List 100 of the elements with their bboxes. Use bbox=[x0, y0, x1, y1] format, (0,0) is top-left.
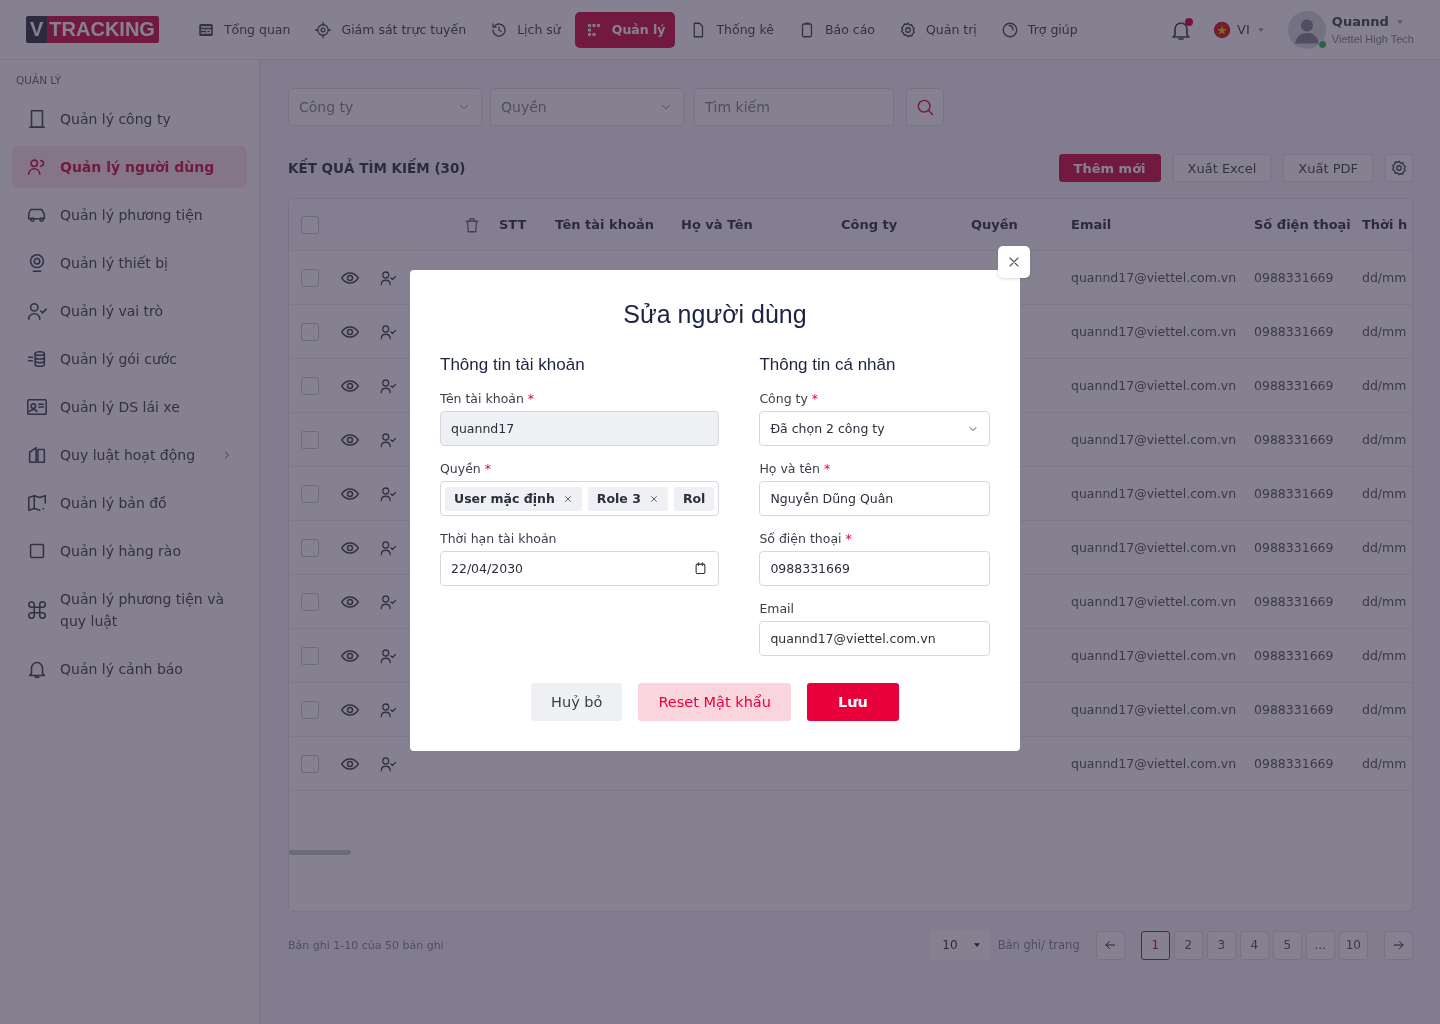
table-cell-text: 0988331669 bbox=[1254, 594, 1335, 609]
page-button[interactable]: 2 bbox=[1173, 930, 1203, 960]
action-button[interactable]: Xuất Excel bbox=[1172, 154, 1272, 182]
dialog-button[interactable]: Reset Mật khẩu bbox=[638, 683, 791, 721]
sidebar-item[interactable]: Quản lý DS lái xe bbox=[12, 386, 247, 428]
nav-tab[interactable]: Giám sát trực tuyến bbox=[304, 11, 477, 48]
sidebar-item[interactable]: Quản lý cảnh báo bbox=[12, 648, 247, 690]
sidebar-item[interactable]: Quản lý phương tiện bbox=[12, 194, 247, 236]
date-field[interactable]: 22/04/2030 bbox=[440, 551, 720, 586]
checkbox[interactable] bbox=[301, 376, 319, 395]
field-label: Email bbox=[759, 601, 796, 616]
role-tag[interactable]: Role 3 bbox=[587, 486, 668, 511]
settings-button[interactable] bbox=[1385, 154, 1413, 182]
field-label: Số điện thoại * bbox=[759, 531, 853, 546]
text-field[interactable]: 0988331669 bbox=[759, 551, 990, 586]
close-button[interactable] bbox=[998, 246, 1030, 278]
flag-icon bbox=[1213, 20, 1232, 39]
field-label: Công ty * bbox=[759, 391, 820, 406]
nav-tab[interactable]: Quản trị bbox=[889, 11, 987, 48]
checkbox[interactable] bbox=[301, 268, 319, 287]
role-tag[interactable]: Rol bbox=[673, 486, 715, 511]
page-button[interactable]: 3 bbox=[1206, 930, 1236, 960]
nav-tab[interactable]: Trợ giúp bbox=[990, 11, 1088, 48]
text-field[interactable]: quannd17@viettel.com.vn bbox=[759, 621, 990, 656]
sidebar-item[interactable]: Quản lý hàng rào bbox=[12, 530, 247, 572]
dialog-button[interactable]: Lưu bbox=[806, 683, 899, 721]
table-cell-text: quannd17@viettel.com.vn bbox=[1071, 486, 1238, 501]
history-icon bbox=[490, 20, 509, 39]
nav-tab[interactable]: Tổng quan bbox=[186, 11, 301, 48]
search-button[interactable] bbox=[906, 88, 944, 126]
settings-icon bbox=[899, 20, 917, 39]
avatar[interactable] bbox=[1287, 10, 1326, 49]
close-icon[interactable] bbox=[648, 493, 659, 504]
checkbox[interactable] bbox=[301, 215, 319, 234]
action-button[interactable]: Thêm mới bbox=[1058, 154, 1161, 182]
checkbox[interactable] bbox=[301, 430, 319, 449]
page-button[interactable]: 4 bbox=[1239, 930, 1269, 960]
table-cell-text: dd/mm bbox=[1362, 648, 1408, 663]
language-selector[interactable]: VI bbox=[1213, 20, 1266, 39]
checkbox[interactable] bbox=[301, 484, 319, 503]
table-cell-text: quannd17@viettel.com.vn bbox=[1071, 540, 1238, 555]
dialog-button[interactable]: Huỷ bỏ bbox=[531, 683, 623, 721]
sidebar-item[interactable]: Quản lý vai trò bbox=[12, 290, 247, 332]
sidebar-item[interactable]: Quản lý bản đồ bbox=[12, 482, 247, 524]
nav-tab[interactable]: Quản lý bbox=[574, 11, 676, 48]
table-cell-text: dd/mm bbox=[1362, 324, 1408, 339]
sidebar-item[interactable]: Quản lý gói cước bbox=[12, 338, 247, 380]
sidebar-item[interactable]: Quản lý thiết bị bbox=[12, 242, 247, 284]
checkbox[interactable] bbox=[301, 646, 319, 665]
user-check-icon[interactable] bbox=[379, 700, 397, 719]
trash-icon[interactable] bbox=[463, 215, 481, 234]
shapes-icon bbox=[26, 444, 48, 466]
action-button[interactable]: Xuất PDF bbox=[1283, 154, 1373, 182]
table-cell-text: dd/mm bbox=[1362, 378, 1408, 393]
user-check-icon[interactable] bbox=[379, 754, 397, 773]
column-header: Công ty bbox=[841, 217, 899, 232]
table-cell-text: quannd17@viettel.com.vn bbox=[1071, 270, 1238, 285]
user-check-icon[interactable] bbox=[379, 430, 397, 449]
user-check-icon[interactable] bbox=[379, 538, 397, 557]
table-cell-text: quannd17@viettel.com.vn bbox=[1071, 432, 1238, 447]
user-check-icon[interactable] bbox=[379, 268, 397, 287]
role-tag[interactable]: User mặc định bbox=[445, 486, 582, 511]
next-page-button[interactable] bbox=[1384, 930, 1413, 960]
user-check-icon[interactable] bbox=[379, 592, 397, 611]
section-heading: Thông tin cá nhân bbox=[759, 355, 897, 375]
role-multiselect[interactable]: User mặc định Role 3 Rol bbox=[440, 481, 720, 516]
table-cell-text: dd/mm bbox=[1362, 540, 1408, 555]
table-cell-text: 0988331669 bbox=[1254, 270, 1335, 285]
checkbox[interactable] bbox=[301, 700, 319, 719]
text-field[interactable]: Nguyễn Dũng Quân bbox=[759, 481, 990, 516]
table-cell-text: quannd17@viettel.com.vn bbox=[1071, 702, 1238, 717]
page-button[interactable]: 10 bbox=[1338, 930, 1368, 960]
previous-page-button[interactable] bbox=[1095, 930, 1125, 960]
column-header: Quyền bbox=[971, 217, 1019, 232]
building-icon bbox=[26, 108, 48, 130]
nav-tab[interactable]: Báo cáo bbox=[787, 11, 885, 48]
page-button[interactable]: 1 bbox=[1140, 930, 1170, 960]
table-cell-text: dd/mm bbox=[1362, 756, 1408, 771]
sidebar-item[interactable]: Quản lý công ty bbox=[12, 98, 247, 140]
checkbox[interactable] bbox=[301, 754, 319, 773]
page-button[interactable]: 5 bbox=[1272, 930, 1302, 960]
user-name[interactable]: Quannd bbox=[1331, 14, 1389, 29]
notification-button[interactable] bbox=[1169, 17, 1194, 42]
table-cell-text: 0988331669 bbox=[1254, 540, 1335, 555]
close-icon[interactable] bbox=[562, 493, 573, 504]
user-check-icon[interactable] bbox=[379, 484, 397, 503]
nav-tab[interactable]: Thống kê bbox=[679, 11, 784, 48]
company-select[interactable]: Đã chọn 2 công ty bbox=[759, 411, 990, 446]
sidebar-item[interactable]: Quy luật hoạt động bbox=[12, 434, 247, 476]
sidebar-item[interactable]: Quản lý phương tiện và quy luật bbox=[12, 578, 247, 642]
user-check-icon[interactable] bbox=[379, 646, 397, 665]
user-check-icon[interactable] bbox=[379, 322, 397, 341]
page-size-select[interactable]: 10 bbox=[930, 930, 990, 960]
nav-tab[interactable]: Lịch sử bbox=[480, 11, 571, 48]
sidebar-item[interactable]: Quản lý người dùng bbox=[12, 146, 247, 188]
checkbox[interactable] bbox=[301, 322, 319, 341]
checkbox[interactable] bbox=[301, 592, 319, 611]
checkbox[interactable] bbox=[301, 538, 319, 557]
user-check-icon[interactable] bbox=[379, 376, 397, 395]
page-button[interactable]: ... bbox=[1305, 930, 1335, 960]
